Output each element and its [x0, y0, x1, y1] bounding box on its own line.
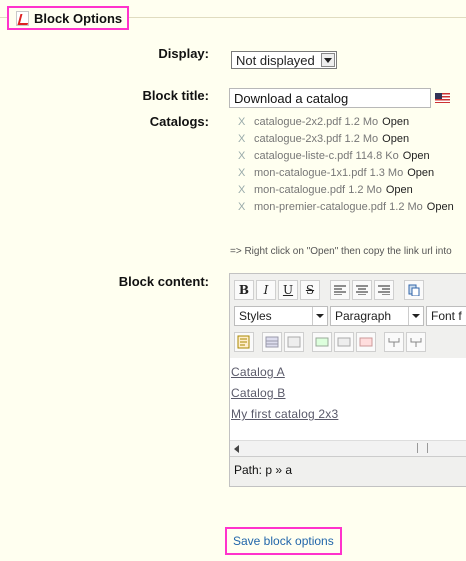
editor-link[interactable]: Catalog B	[231, 386, 466, 400]
styles-dropdown[interactable]: Styles	[234, 306, 328, 326]
underline-button[interactable]: U	[278, 280, 298, 300]
scrollbar-thumb[interactable]	[417, 443, 428, 453]
rich-text-editor: B I U S Styles Paragraph Font f Catalog …	[229, 273, 466, 487]
paste-icon[interactable]	[404, 280, 424, 300]
font-family-dropdown[interactable]: Font f	[426, 306, 466, 326]
split-cell-icon[interactable]	[384, 332, 404, 352]
display-select[interactable]: Not displayed	[231, 51, 337, 69]
chevron-down-icon	[408, 307, 423, 325]
italic-button[interactable]: I	[256, 280, 276, 300]
catalogs-label: Catalogs:	[149, 114, 209, 129]
us-flag-icon[interactable]	[435, 93, 450, 103]
table-icon[interactable]	[262, 332, 282, 352]
delete-icon[interactable]: X	[238, 116, 254, 128]
catalog-list: Xcatalogue-2x2.pdf 1.2 Mo Open Xcatalogue…	[238, 113, 454, 215]
legend-title: Block Options	[34, 10, 123, 26]
align-right-icon[interactable]	[374, 280, 394, 300]
delete-icon[interactable]: X	[238, 150, 254, 162]
catalog-item: Xcatalogue-2x2.pdf 1.2 Mo Open	[238, 115, 410, 128]
delete-icon[interactable]: X	[238, 167, 254, 179]
scroll-left-icon[interactable]	[234, 445, 239, 453]
open-link[interactable]: Open	[427, 201, 454, 213]
merge-cell-icon[interactable]	[406, 332, 426, 352]
delete-icon[interactable]: X	[238, 133, 254, 145]
insert-col-icon[interactable]	[334, 332, 354, 352]
catalog-item: Xmon-catalogue-1x1.pdf 1.3 Mo Open	[238, 166, 435, 179]
open-link[interactable]: Open	[382, 133, 409, 145]
block-content-label: Block content:	[118, 274, 209, 289]
block-title-label: Block title:	[142, 88, 209, 103]
editor-content-area[interactable]: Catalog A Catalog B My first catalog 2x3	[230, 358, 466, 440]
edit-html-icon[interactable]	[234, 332, 254, 352]
open-link[interactable]: Open	[382, 116, 409, 128]
display-select-value: Not displayed	[236, 52, 315, 68]
open-link[interactable]: Open	[386, 184, 413, 196]
copy-link-hint: => Right click on "Open" then copy the l…	[230, 246, 452, 257]
format-dropdown[interactable]: Paragraph	[330, 306, 424, 326]
catalog-item: Xcatalogue-2x3.pdf 1.2 Mo Open	[238, 132, 410, 145]
editor-link[interactable]: Catalog A	[231, 365, 466, 379]
editor-toolbar-row-2: Styles Paragraph Font f	[234, 306, 466, 326]
bold-button[interactable]: B	[234, 280, 254, 300]
align-left-icon[interactable]	[330, 280, 350, 300]
block-options-legend: Block Options	[7, 6, 130, 30]
editor-link[interactable]: My first catalog 2x3	[231, 407, 466, 421]
save-block-options-button[interactable]: Save block options	[225, 527, 342, 555]
pdf-icon	[16, 10, 29, 26]
chevron-down-icon[interactable]	[321, 53, 335, 67]
table-props-icon[interactable]	[284, 332, 304, 352]
chevron-down-icon	[312, 307, 327, 325]
horizontal-scrollbar[interactable]	[230, 440, 466, 457]
open-link[interactable]: Open	[403, 150, 430, 162]
align-center-icon[interactable]	[352, 280, 372, 300]
insert-row-icon[interactable]	[312, 332, 332, 352]
catalog-item: Xmon-catalogue.pdf 1.2 Mo Open	[238, 183, 413, 196]
open-link[interactable]: Open	[407, 167, 434, 179]
delete-icon[interactable]: X	[238, 201, 254, 213]
display-label: Display:	[158, 46, 209, 61]
delete-row-icon[interactable]	[356, 332, 376, 352]
strikethrough-button[interactable]: S	[300, 280, 320, 300]
block-title-input[interactable]	[229, 88, 431, 108]
delete-icon[interactable]: X	[238, 184, 254, 196]
catalog-item: Xmon-premier-catalogue.pdf 1.2 Mo Open	[238, 200, 454, 213]
catalog-item: Xcatalogue-liste-c.pdf 114.8 Ko Open	[238, 149, 430, 162]
editor-path-bar: Path: p » a	[230, 456, 466, 486]
editor-toolbar-row-1: B I U S	[234, 280, 424, 300]
editor-toolbar-row-3	[234, 332, 426, 352]
